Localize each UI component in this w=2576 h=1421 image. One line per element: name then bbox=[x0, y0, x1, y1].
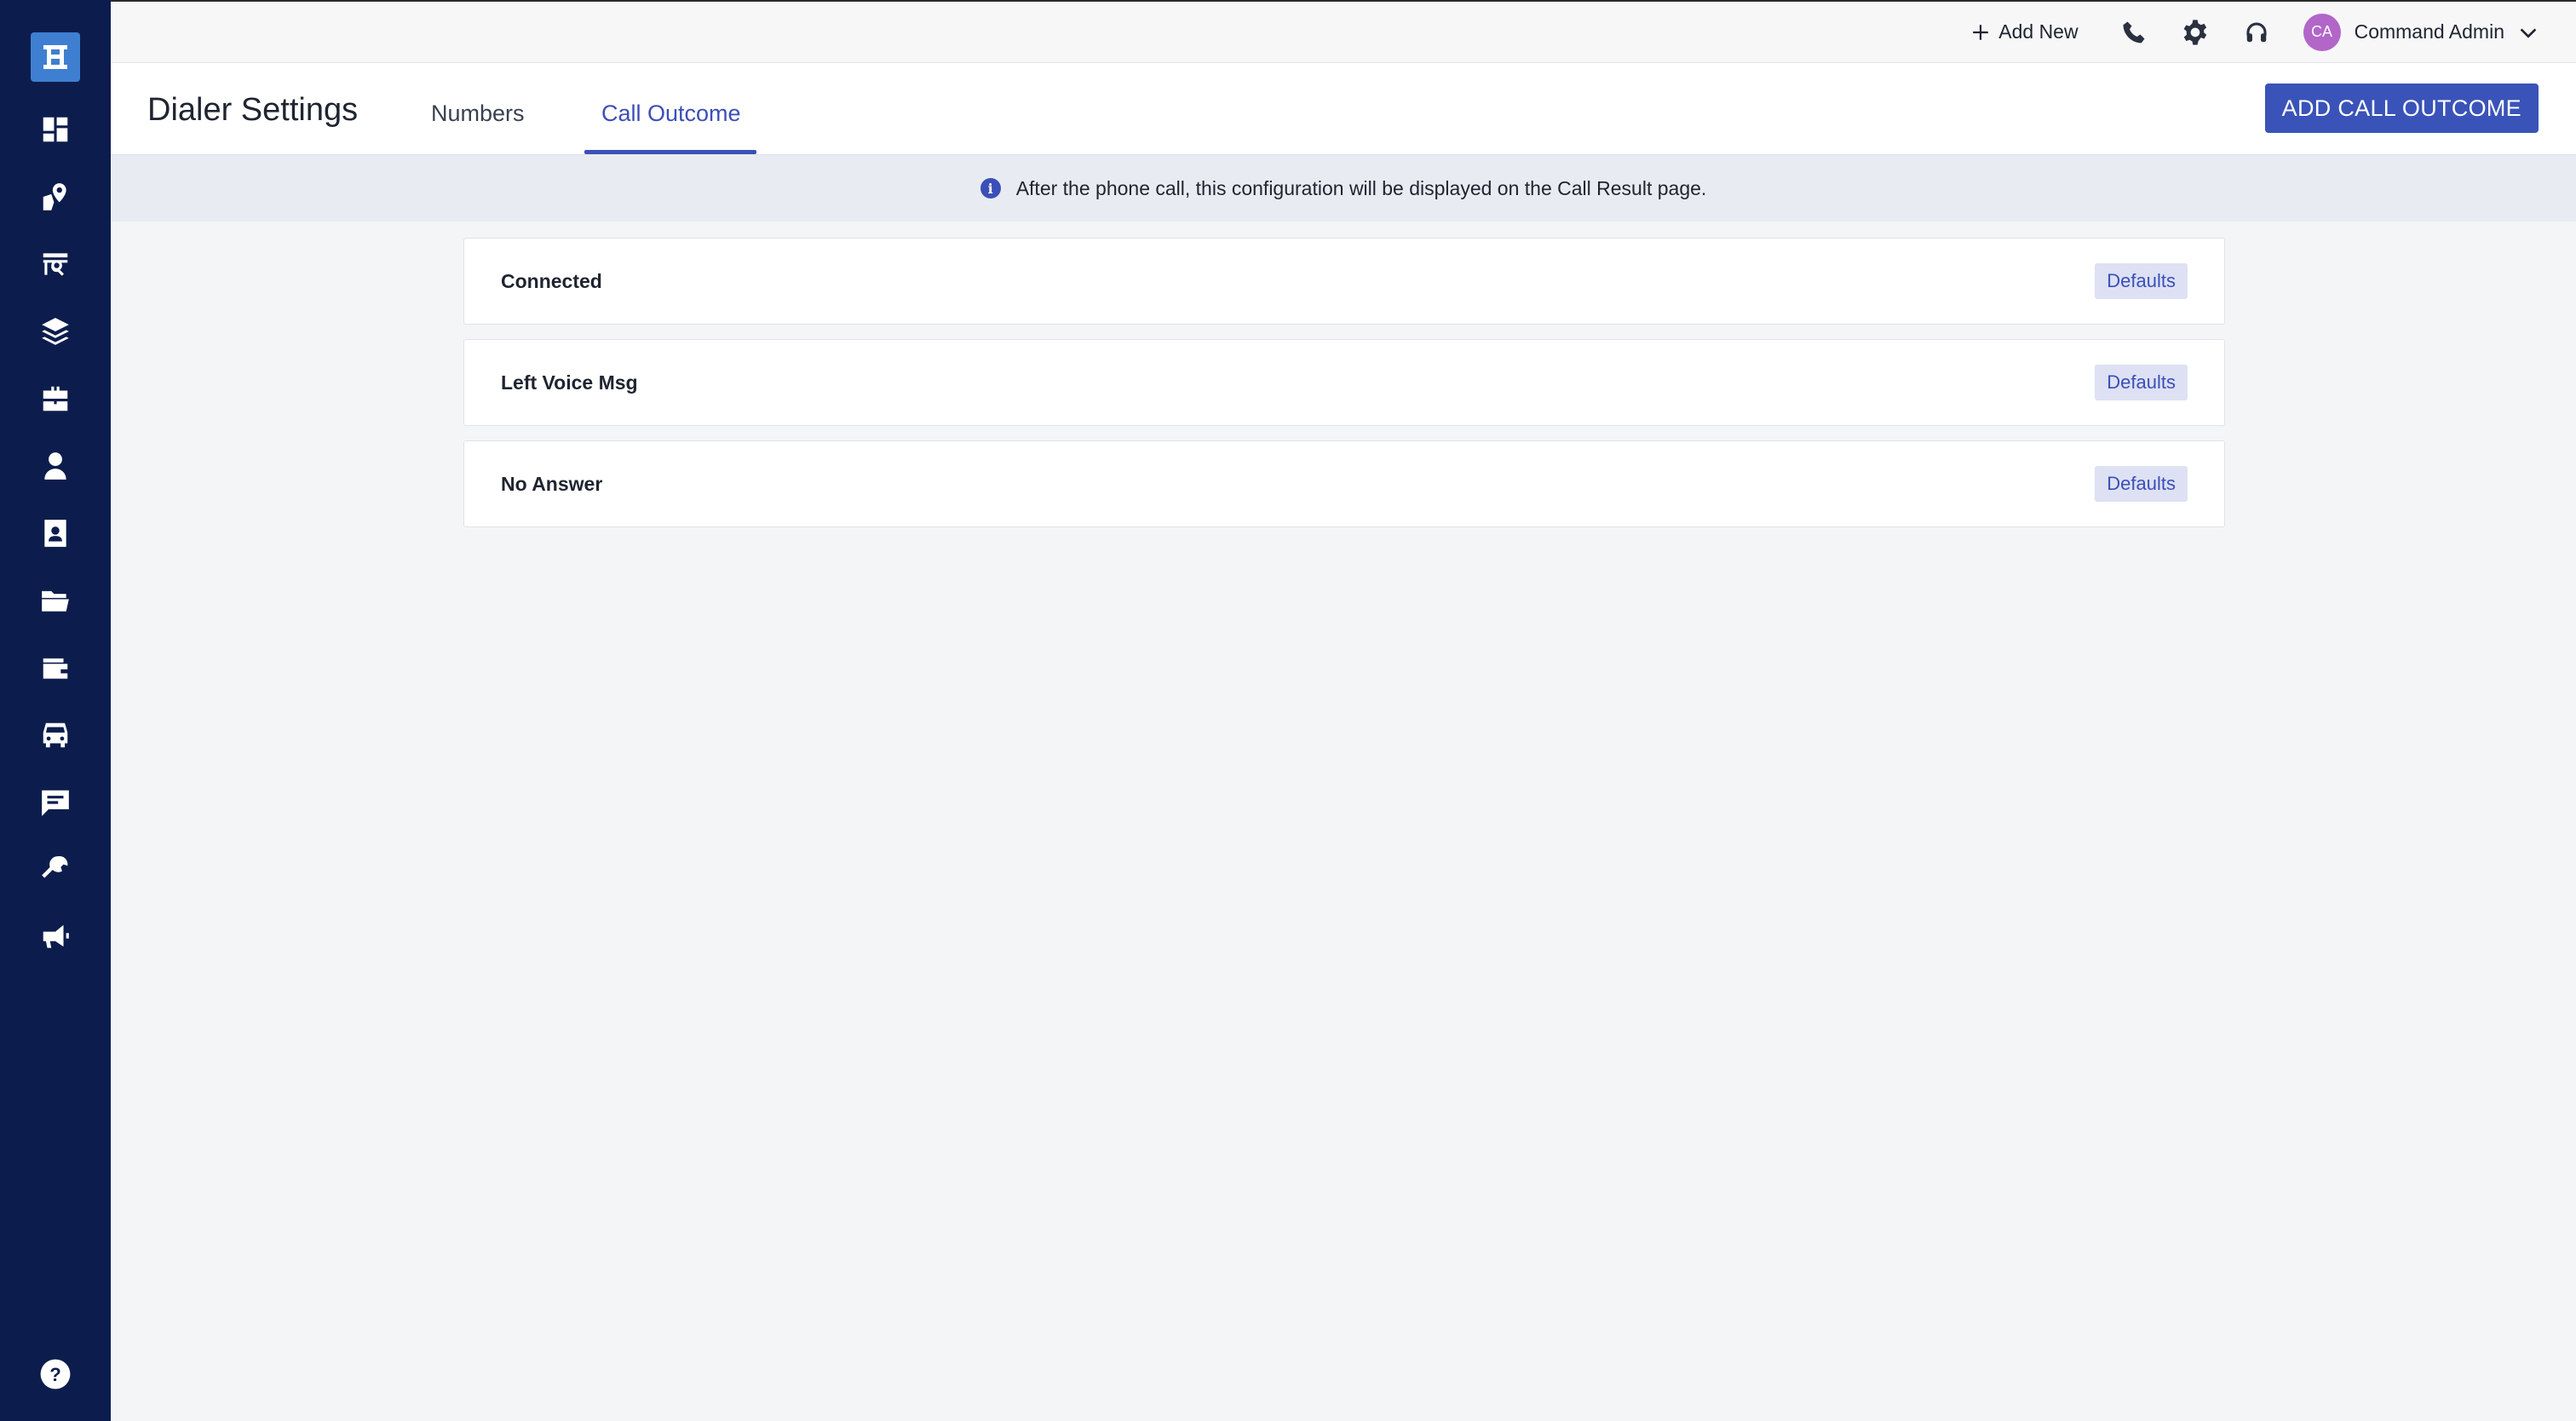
contact-card-icon bbox=[44, 519, 66, 547]
phone-button[interactable] bbox=[2119, 18, 2148, 47]
user-menu[interactable]: CA Command Admin bbox=[2303, 13, 2539, 51]
truck-icon bbox=[43, 722, 68, 747]
plus-icon bbox=[1973, 24, 1989, 40]
sidebar-item-campaigns[interactable] bbox=[0, 903, 111, 970]
briefcase-icon bbox=[43, 386, 68, 411]
logo-icon bbox=[43, 45, 67, 69]
sidebar-item-tools[interactable] bbox=[0, 836, 111, 903]
info-icon: i bbox=[980, 178, 1001, 198]
defaults-badge: Defaults bbox=[2095, 466, 2188, 502]
list-item[interactable]: No Answer Defaults bbox=[463, 440, 2225, 527]
app-logo[interactable] bbox=[31, 32, 80, 82]
outcome-label: Left Voice Msg bbox=[501, 371, 638, 394]
settings-button[interactable] bbox=[2181, 18, 2210, 47]
defaults-badge: Defaults bbox=[2095, 263, 2188, 299]
sidebar-item-map[interactable] bbox=[0, 163, 111, 230]
headset-icon bbox=[2246, 21, 2267, 42]
sidebar-item-layers[interactable] bbox=[0, 297, 111, 365]
active-tab-indicator bbox=[584, 150, 756, 154]
outcome-label: Connected bbox=[501, 269, 602, 292]
list-item[interactable]: Connected Defaults bbox=[463, 238, 2225, 325]
sidebar-item-messages[interactable] bbox=[0, 768, 111, 836]
store-search-icon bbox=[43, 252, 68, 276]
megaphone-icon bbox=[43, 924, 69, 948]
wrench-icon bbox=[42, 855, 68, 877]
message-icon bbox=[42, 790, 69, 816]
page-header: Dialer Settings Numbers Call Outcome ADD… bbox=[111, 63, 2576, 155]
layers-icon bbox=[42, 317, 69, 345]
sidebar-item-jobs[interactable] bbox=[0, 365, 111, 432]
list-item[interactable]: Left Voice Msg Defaults bbox=[463, 339, 2225, 426]
defaults-badge: Defaults bbox=[2095, 365, 2188, 400]
map-pin-icon bbox=[43, 182, 66, 210]
support-button[interactable] bbox=[2242, 18, 2271, 47]
tab-call-outcome[interactable]: Call Outcome bbox=[601, 101, 741, 127]
sidebar-item-fleet[interactable] bbox=[0, 701, 111, 768]
tab-numbers[interactable]: Numbers bbox=[431, 101, 525, 127]
sidebar-item-wallet[interactable] bbox=[0, 634, 111, 701]
help-container: ? bbox=[0, 1358, 111, 1390]
add-new-label: Add New bbox=[1998, 20, 2079, 43]
info-banner: i After the phone call, this configurati… bbox=[111, 155, 2576, 221]
page-title: Dialer Settings bbox=[147, 92, 359, 128]
user-name: Command Admin bbox=[2354, 20, 2504, 43]
sidebar-item-dashboard[interactable] bbox=[0, 95, 111, 163]
add-new-button[interactable]: Add New bbox=[1971, 20, 2079, 43]
sidebar-item-users[interactable] bbox=[0, 432, 111, 499]
help-icon[interactable]: ? bbox=[39, 1358, 72, 1390]
chevron-down-icon bbox=[2520, 27, 2537, 38]
outcome-label: No Answer bbox=[501, 472, 603, 495]
dashboard-icon bbox=[43, 117, 68, 141]
user-icon bbox=[44, 452, 66, 480]
folder-icon bbox=[42, 590, 69, 612]
top-bar: Add New CA Command Admin bbox=[111, 0, 2576, 63]
info-banner-text: After the phone call, this configuration… bbox=[1015, 176, 1707, 199]
wallet-icon bbox=[43, 658, 68, 679]
phone-icon bbox=[2123, 21, 2145, 43]
avatar: CA bbox=[2303, 13, 2341, 51]
call-outcome-list: Connected Defaults Left Voice Msg Defaul… bbox=[463, 238, 2225, 542]
sidebar-item-contacts[interactable] bbox=[0, 499, 111, 567]
add-call-outcome-button[interactable]: ADD CALL OUTCOME bbox=[2264, 83, 2539, 133]
svg-text:?: ? bbox=[49, 1364, 61, 1385]
gear-icon bbox=[2183, 19, 2206, 45]
sidebar: ? bbox=[0, 0, 111, 1421]
sidebar-nav bbox=[0, 95, 111, 970]
sidebar-item-files[interactable] bbox=[0, 567, 111, 634]
sidebar-item-store[interactable] bbox=[0, 230, 111, 297]
